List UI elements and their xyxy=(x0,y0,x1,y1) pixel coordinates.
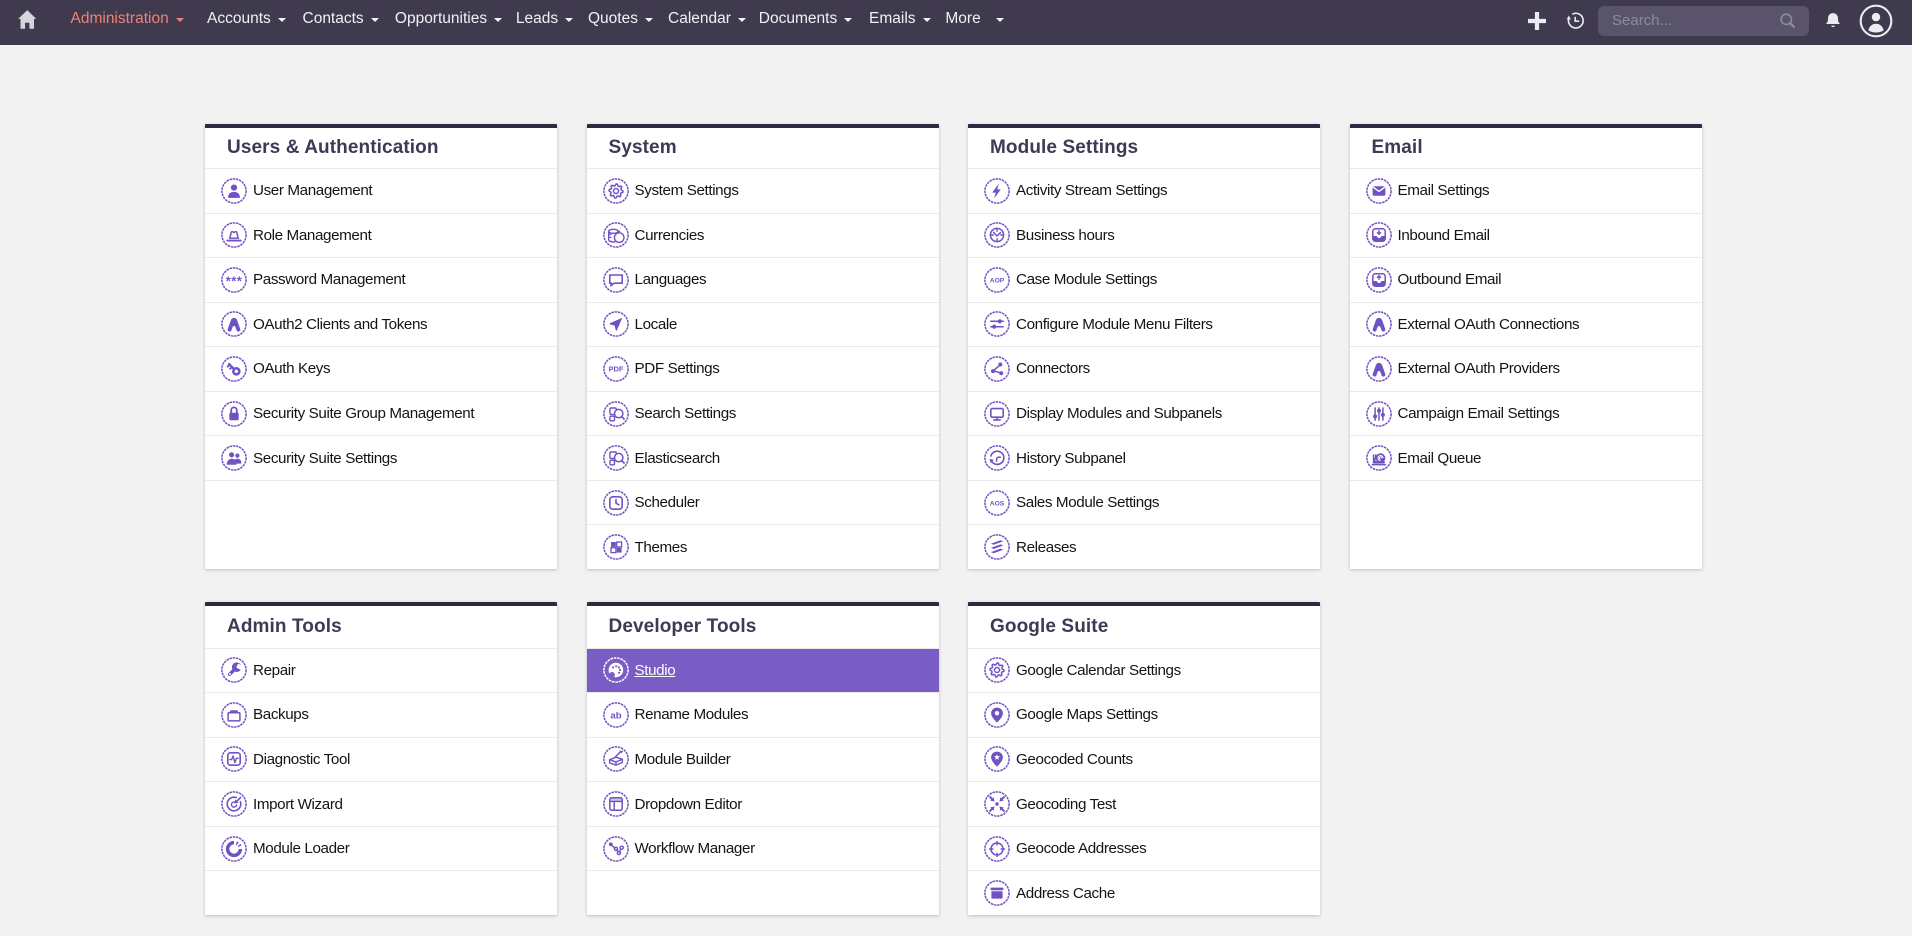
svg-text:***: *** xyxy=(226,273,243,288)
svg-text:ab: ab xyxy=(610,710,621,721)
svg-text:PDF: PDF xyxy=(608,365,623,374)
svg-text:AOP: AOP xyxy=(990,277,1005,284)
svg-text:AOS: AOS xyxy=(990,500,1005,507)
